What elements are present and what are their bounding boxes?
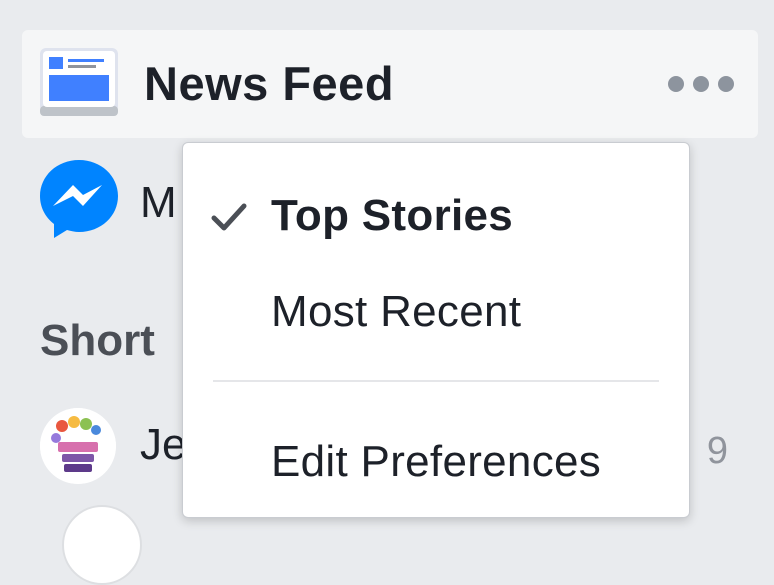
- newsfeed-icon: [40, 48, 118, 116]
- group-avatar: [40, 408, 116, 484]
- dot: [718, 76, 734, 92]
- checkmark-icon: [211, 203, 247, 231]
- shortcuts-title: Short: [40, 316, 155, 365]
- group-avatar-image: [40, 408, 116, 484]
- sidebar-item-news-feed[interactable]: News Feed: [22, 30, 758, 138]
- more-options-icon[interactable]: [668, 72, 734, 96]
- dot: [668, 76, 684, 92]
- dot: [693, 76, 709, 92]
- menu-item-label: Edit Preferences: [271, 437, 602, 486]
- menu-item-label: Most Recent: [271, 287, 522, 336]
- shortcut-label: Je: [140, 420, 182, 469]
- menu-divider: [213, 380, 659, 382]
- news-feed-label: News Feed: [144, 57, 395, 110]
- menu-item-label: Top Stories: [271, 191, 514, 240]
- menu-item-top-stories[interactable]: Top Stories: [183, 173, 689, 253]
- menu-item-most-recent[interactable]: Most Recent: [183, 269, 689, 349]
- news-feed-sort-menu: Top Stories Most Recent Edit Preferences: [182, 142, 690, 518]
- shortcut-count: 9: [706, 430, 728, 472]
- menu-item-edit-preferences[interactable]: Edit Preferences: [183, 419, 689, 499]
- messenger-label: M: [140, 178, 177, 227]
- avatar: [62, 505, 142, 585]
- messenger-icon: [40, 160, 118, 238]
